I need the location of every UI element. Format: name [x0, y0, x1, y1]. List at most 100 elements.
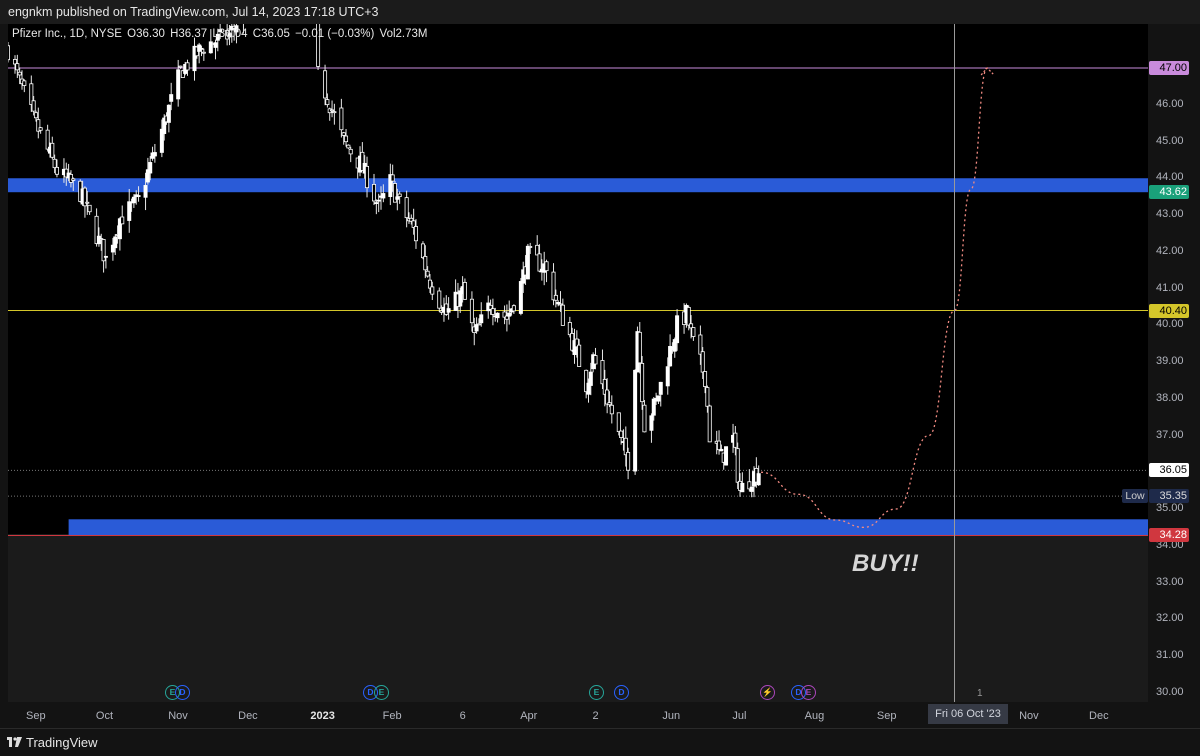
candle-body — [588, 371, 593, 386]
time-tick-label: Sep — [25, 710, 46, 722]
candle-body — [213, 42, 218, 48]
chart-plot-area[interactable] — [8, 24, 1148, 702]
time-tick-label: Oct — [95, 710, 114, 722]
candle-body — [605, 389, 610, 405]
candle-body — [348, 148, 353, 155]
price-chart[interactable] — [8, 24, 1148, 702]
time-tick-label: Apr — [520, 710, 538, 722]
candle-body — [616, 412, 621, 433]
time-tick-label: 2023 — [310, 710, 335, 722]
candle-body — [656, 395, 661, 402]
symbol-legend: Pfizer Inc., 1D, NYSE O36.30 H36.37 L36.… — [12, 28, 430, 40]
time-tick-label: Jul — [732, 710, 747, 722]
candle-body — [698, 334, 703, 355]
earnings-event-icon[interactable]: E — [801, 685, 816, 700]
candle-body — [675, 315, 680, 344]
price-tick-label: 31.00 — [1156, 649, 1184, 661]
candle-body — [71, 178, 76, 181]
candle-body — [397, 193, 402, 197]
candle-body — [518, 281, 523, 314]
legend-low: L36.04 — [212, 28, 248, 40]
candle-body — [372, 184, 377, 202]
candle-body — [148, 162, 153, 174]
legend-high: H36.37 — [170, 28, 208, 40]
candle-body — [649, 415, 654, 431]
candle-body — [346, 144, 351, 149]
split-event-icon[interactable]: ⚡ — [760, 685, 775, 700]
dividend-event-icon[interactable]: D — [614, 685, 629, 700]
candle-body — [199, 47, 204, 50]
earnings-event-icon[interactable]: E — [589, 685, 604, 700]
candle-body — [113, 236, 118, 249]
candle-body — [330, 109, 335, 112]
candle-body — [511, 305, 516, 312]
candle-body — [15, 63, 20, 71]
candle-body — [68, 174, 73, 183]
candle-body — [577, 344, 582, 367]
candle-body — [430, 286, 435, 295]
candle-body — [469, 298, 474, 324]
candle-body — [341, 132, 346, 136]
candle-body — [490, 308, 495, 315]
candle-body — [733, 432, 738, 448]
candle-body — [185, 62, 190, 71]
candle-body — [136, 195, 141, 197]
candle-body — [404, 197, 409, 219]
candle-body — [22, 80, 27, 86]
price-tick-label: 40.00 — [1156, 318, 1184, 331]
candle-body — [658, 381, 663, 395]
candle-body — [176, 69, 181, 100]
legend-change: −0.01 (−0.03%) — [295, 28, 375, 40]
candle-body — [476, 323, 481, 326]
candle-body — [553, 294, 558, 301]
candle-body — [609, 404, 614, 415]
earnings-event-icon[interactable]: E — [374, 685, 389, 700]
candle-body — [479, 314, 484, 324]
candle-body — [607, 402, 612, 406]
zone-rect — [68, 519, 1148, 536]
candle-body — [178, 65, 183, 68]
zone-rect — [8, 178, 1148, 193]
time-tick-label: Sep — [876, 710, 897, 722]
candle-body — [52, 158, 57, 169]
price-tick-label: 38.00 — [1156, 391, 1184, 404]
candle-body — [395, 196, 400, 200]
price-tick-label: 45.00 — [1156, 134, 1184, 147]
crosshair-count: 1 — [977, 688, 983, 699]
candle-body — [201, 51, 206, 54]
candle-body — [528, 246, 533, 248]
time-tick-label: Dec — [1089, 710, 1109, 722]
time-tick-label: Nov — [1019, 710, 1039, 722]
price-tag-zone: 43.62 — [1149, 185, 1189, 200]
dividend-event-icon[interactable]: D — [175, 685, 190, 700]
candle-body — [45, 129, 50, 150]
candle-body — [425, 270, 430, 277]
candle-body — [38, 127, 43, 131]
publish-info: engnkm published on TradingView.com, Jul… — [8, 5, 379, 19]
candle-body — [544, 261, 549, 272]
candle-body — [8, 45, 11, 61]
candle-body — [374, 202, 379, 204]
candle-body — [339, 107, 344, 131]
candle-body — [724, 446, 729, 466]
projection-path — [760, 67, 988, 529]
footer-brand: TradingView — [26, 735, 98, 750]
candle-body — [537, 253, 542, 272]
candle-body — [567, 322, 572, 336]
candle-body — [437, 290, 442, 309]
candle-body — [131, 196, 136, 204]
candle-body — [420, 243, 425, 259]
price-tag-support: 34.28 — [1149, 528, 1189, 543]
legend-close: C36.05 — [252, 28, 290, 40]
price-tick-label: 41.00 — [1156, 281, 1184, 294]
candle-body — [365, 165, 370, 189]
candle-body — [376, 199, 381, 202]
price-tick-label: 33.00 — [1156, 575, 1184, 588]
candle-body — [85, 201, 90, 204]
footer-bar: TradingView — [0, 728, 1200, 756]
crosshair-date-label: Fri 06 Oct '23 — [928, 704, 1008, 724]
candle-body — [87, 204, 92, 213]
candle-body — [127, 201, 132, 221]
candle-body — [390, 174, 395, 182]
candle-body — [626, 452, 631, 471]
